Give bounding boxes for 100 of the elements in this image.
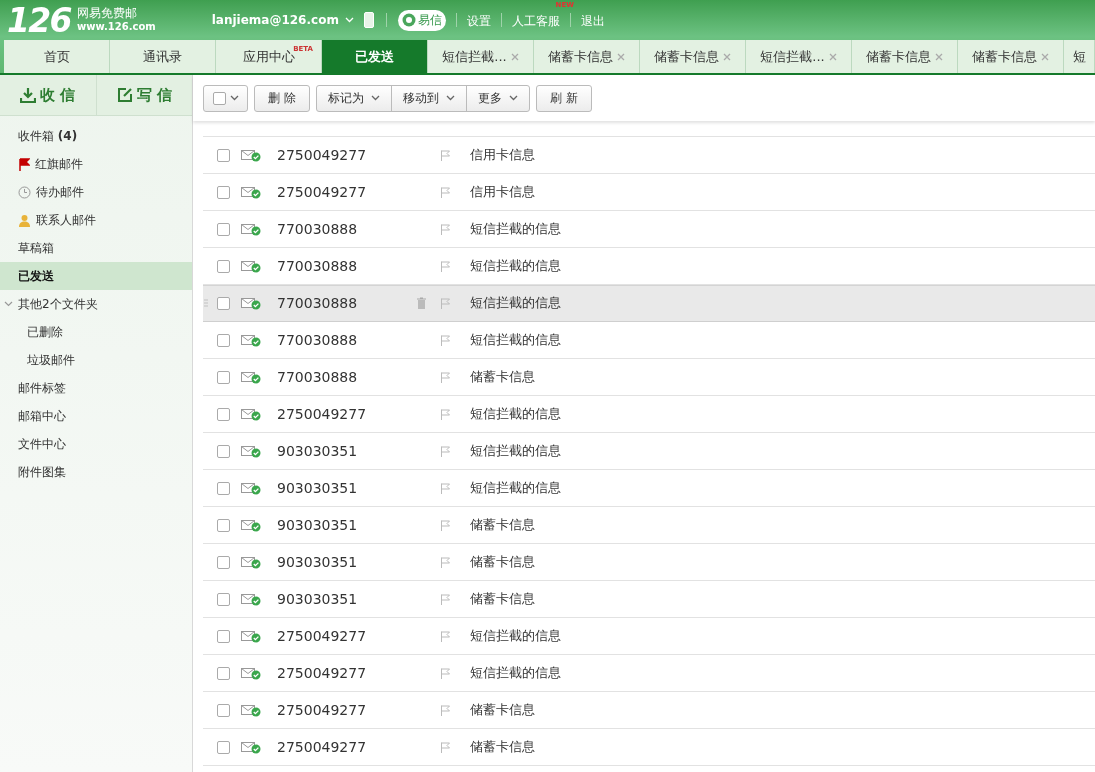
flag-icon[interactable]	[440, 408, 451, 420]
subject-text: 短信拦截的信息	[470, 220, 561, 239]
subject-text: 储蓄卡信息	[470, 368, 535, 387]
sent-mail-icon	[241, 444, 261, 458]
flag-icon[interactable]	[440, 593, 451, 605]
folder-item[interactable]: 邮箱中心	[0, 402, 192, 430]
sender-text: 770030888	[277, 256, 359, 276]
flag-icon[interactable]	[440, 186, 451, 198]
row-checkbox[interactable]	[217, 185, 230, 199]
tab[interactable]: 储蓄卡信息	[958, 40, 1064, 73]
flag-icon[interactable]	[440, 667, 451, 679]
folder-item[interactable]: 垃圾邮件	[0, 346, 192, 374]
row-checkbox[interactable]	[217, 259, 230, 273]
flag-icon[interactable]	[440, 149, 451, 161]
sender-text: 903030351	[277, 441, 359, 461]
subject-text: 储蓄卡信息	[470, 553, 535, 572]
row-checkbox[interactable]	[217, 592, 230, 606]
toolbar-button[interactable]: 刷 新	[535, 84, 592, 112]
yixin-button[interactable]: 易信	[397, 9, 446, 31]
tab[interactable]: 储蓄卡信息	[852, 40, 958, 73]
row-checkbox[interactable]	[217, 481, 230, 495]
folder-item[interactable]: 附件图集	[0, 458, 192, 486]
close-icon[interactable]	[723, 52, 731, 61]
tab[interactable]: 储蓄卡信息	[534, 40, 640, 73]
flag-icon[interactable]	[440, 630, 451, 642]
subject-text: 信用卡信息	[470, 183, 535, 202]
row-checkbox[interactable]	[217, 296, 230, 310]
row-checkbox[interactable]	[217, 444, 230, 458]
row-checkbox[interactable]	[217, 518, 230, 532]
row-checkbox[interactable]	[217, 407, 230, 421]
subject-text: 储蓄卡信息	[470, 738, 535, 757]
tab[interactable]: 已发送	[322, 40, 428, 73]
sender-text: 2750049277	[277, 737, 368, 757]
flag-icon[interactable]	[440, 704, 451, 716]
chat-icon	[401, 13, 416, 27]
folder-item[interactable]: 文件中心	[0, 430, 192, 458]
tab[interactable]: 储蓄卡信息	[640, 40, 746, 73]
sent-mail-icon	[241, 740, 261, 754]
row-checkbox[interactable]	[217, 740, 230, 754]
phone-icon[interactable]	[363, 12, 374, 28]
folder-item[interactable]: 邮件标签	[0, 374, 192, 402]
sent-mail-icon	[241, 555, 261, 569]
folder-item[interactable]: 待办邮件	[0, 178, 192, 206]
close-icon[interactable]	[828, 52, 837, 61]
tab[interactable]: 短信拦截...	[746, 40, 852, 73]
row-checkbox[interactable]	[217, 666, 230, 680]
subject-text: 储蓄卡信息	[470, 516, 535, 535]
close-icon[interactable]	[1041, 52, 1049, 61]
sent-mail-icon	[241, 259, 261, 273]
flag-icon[interactable]	[440, 445, 451, 457]
site-url: www.126.com	[76, 21, 156, 34]
folder-item[interactable]: 联系人邮件	[0, 206, 192, 234]
row-checkbox[interactable]	[217, 555, 230, 569]
row-checkbox[interactable]	[217, 148, 230, 162]
row-checkbox[interactable]	[217, 703, 230, 717]
flag-icon[interactable]	[440, 260, 451, 272]
folder-item[interactable]: 已发送	[0, 262, 192, 290]
close-icon[interactable]	[510, 52, 519, 61]
close-icon[interactable]	[935, 52, 943, 61]
subject-text: 储蓄卡信息	[470, 701, 535, 720]
folder-item[interactable]: 已删除	[0, 318, 192, 346]
tab[interactable]: 短	[1064, 40, 1095, 73]
sender-text: 770030888	[277, 219, 359, 239]
tab[interactable]: 首页	[4, 40, 110, 73]
flag-icon[interactable]	[440, 334, 451, 346]
flag-icon[interactable]	[440, 741, 451, 753]
row-checkbox[interactable]	[217, 333, 230, 347]
folder-item[interactable]: 草稿箱	[0, 234, 192, 262]
folder-item[interactable]: 红旗邮件	[0, 150, 192, 178]
flag-icon[interactable]	[440, 297, 451, 309]
tab[interactable]: 通讯录	[110, 40, 216, 73]
flag-icon[interactable]	[440, 556, 451, 568]
receive-button[interactable]: 收 信	[0, 75, 97, 115]
trash-icon[interactable]	[415, 297, 427, 309]
folder-item[interactable]: 收件箱 (4)	[0, 122, 192, 150]
row-checkbox[interactable]	[217, 370, 230, 384]
sender-text: 2750049277	[277, 182, 368, 202]
sent-mail-icon	[241, 370, 261, 384]
close-icon[interactable]	[617, 52, 625, 61]
flag-icon[interactable]	[440, 519, 451, 531]
toolbar-button[interactable]: 删 除	[254, 84, 310, 112]
toolbar-dropdown[interactable]: 更多	[465, 85, 529, 111]
row-checkbox[interactable]	[217, 222, 230, 236]
tab[interactable]: 短信拦截...	[428, 40, 534, 73]
flag-icon[interactable]	[440, 482, 451, 494]
toolbar-dropdown[interactable]: 标记为	[316, 85, 391, 111]
message-row[interactable]: 770030888 短信拦截的信息	[203, 285, 1095, 322]
flag-icon[interactable]	[440, 223, 451, 235]
sender-text: 2750049277	[277, 663, 368, 683]
row-checkbox[interactable]	[217, 629, 230, 643]
select-all-dropdown[interactable]	[203, 84, 248, 112]
compose-button[interactable]: 写 信	[96, 75, 192, 115]
toolbar-dropdown[interactable]: 移动到	[390, 85, 466, 111]
subject-text: 短信拦截的信息	[470, 664, 561, 683]
subject-text: 短信拦截的信息	[470, 479, 561, 498]
folder-item[interactable]: 其他2个文件夹	[0, 290, 192, 318]
sent-mail-icon	[241, 222, 261, 236]
sender-text: 2750049277	[277, 145, 368, 165]
chevron-icon[interactable]	[4, 301, 13, 307]
flag-icon[interactable]	[440, 371, 451, 383]
